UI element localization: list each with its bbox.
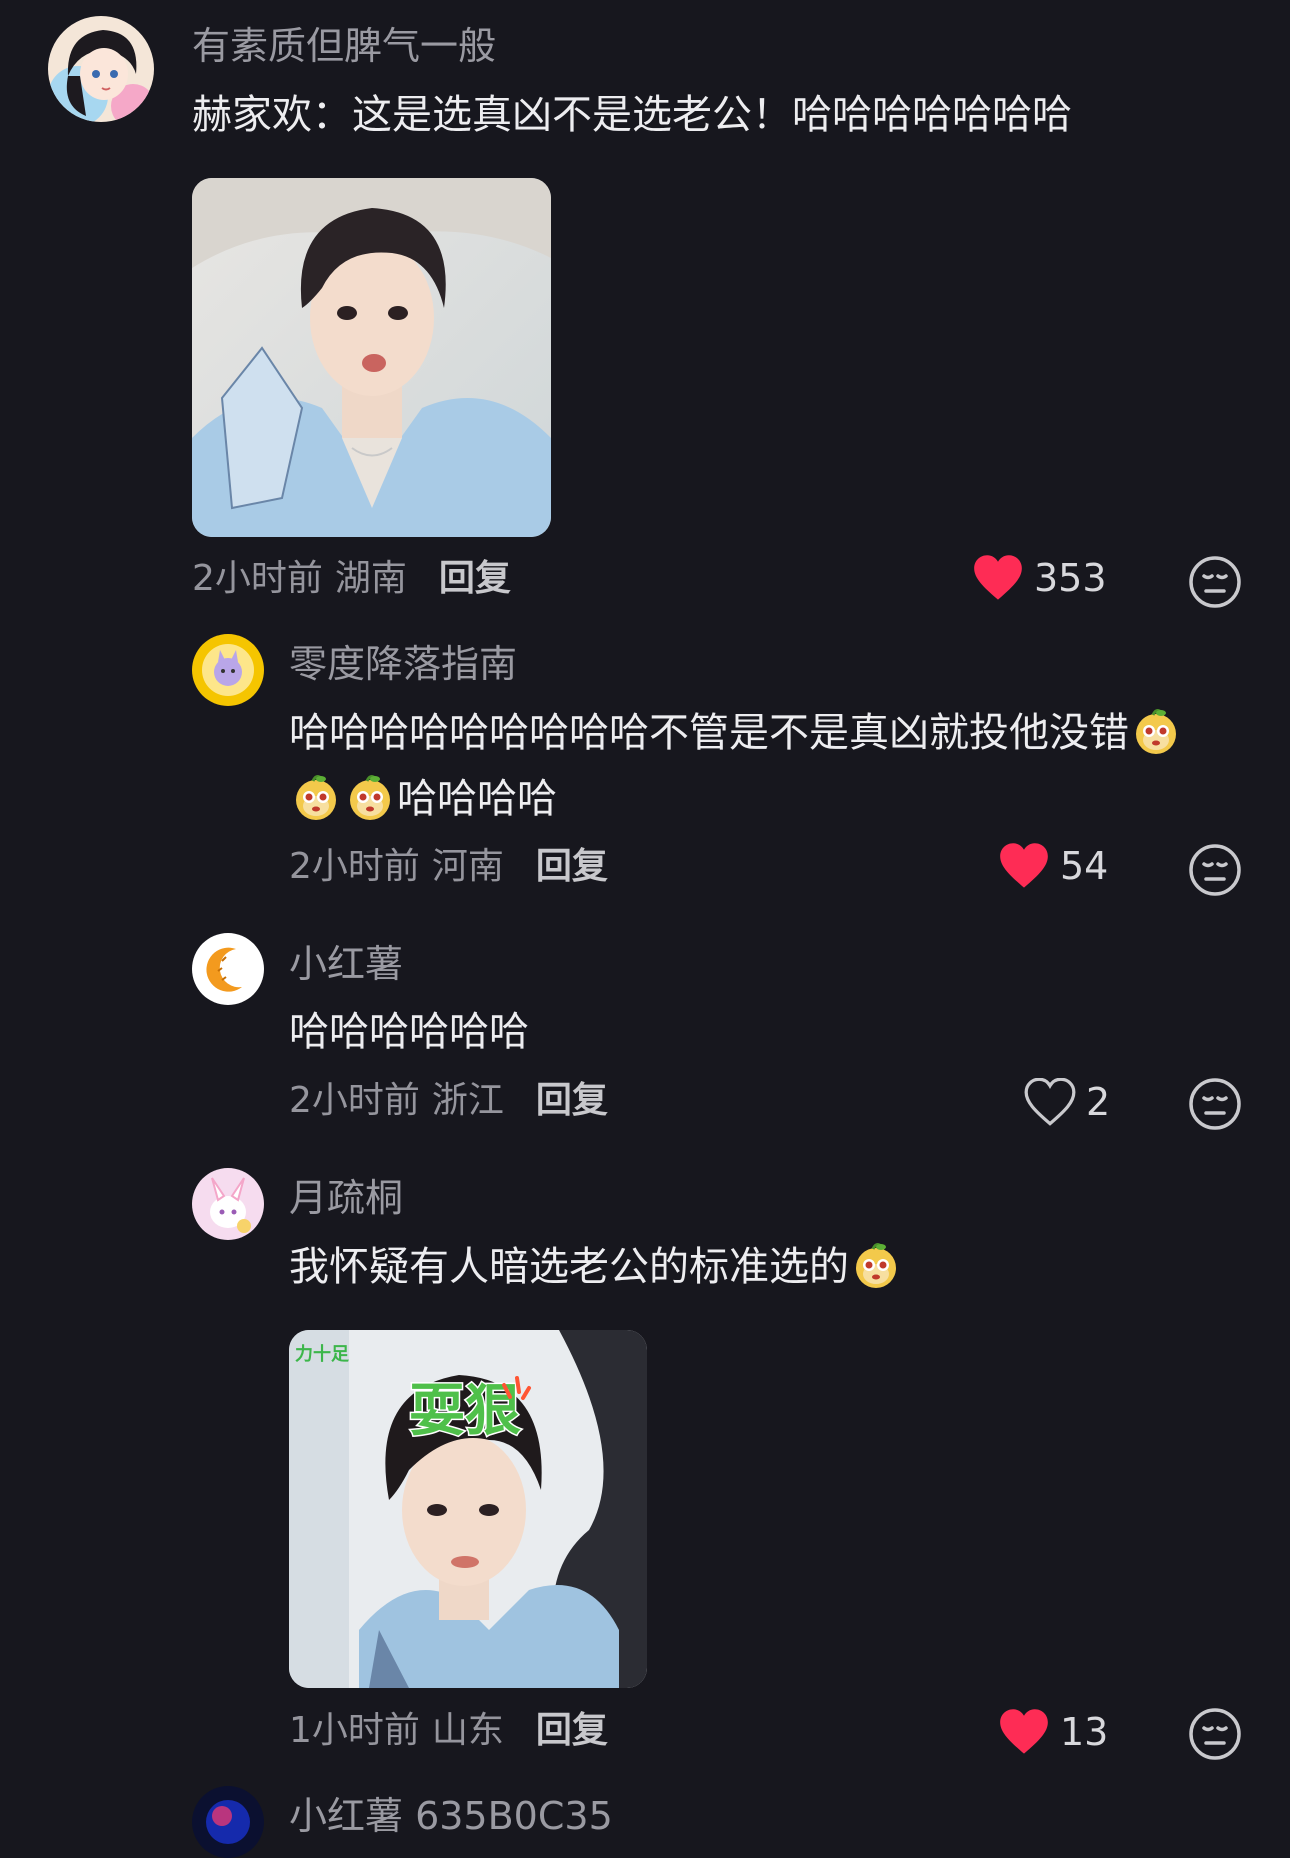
username[interactable]: 月疏桐: [289, 1174, 403, 1222]
like-button[interactable]: 353: [972, 554, 1107, 602]
comment-text: 哈哈哈哈哈哈: [289, 1009, 529, 1055]
like-button[interactable]: 13: [998, 1708, 1108, 1756]
like-count: 2: [1086, 1080, 1111, 1124]
monkey-face-emoji: [851, 1240, 901, 1290]
comment-text: 哈哈哈哈哈哈哈哈哈不管是不是真凶就投他没错: [289, 700, 1183, 766]
comment-text: 我怀疑有人暗选老公的标准选的: [289, 1234, 903, 1300]
heart-icon: [998, 842, 1050, 890]
comment-text-line2: 哈哈哈哈: [397, 776, 557, 822]
like-button[interactable]: 54: [998, 842, 1108, 890]
reply-button[interactable]: 回复: [439, 556, 511, 602]
neutral-face-icon[interactable]: [1188, 843, 1242, 897]
comment-location: 浙江: [431, 1080, 504, 1121]
avatar[interactable]: [192, 634, 264, 706]
comment-meta: 2小时前 浙江 回复: [289, 1078, 608, 1124]
comment-time: 2小时前: [289, 846, 420, 887]
comment-image[interactable]: 力十足 耍狠: [289, 1330, 647, 1688]
image-corner-text: 力十足: [295, 1343, 349, 1365]
comment-meta: 1小时前 山东 回复: [289, 1708, 608, 1754]
comment-meta: 2小时前 河南 回复: [289, 844, 608, 890]
avatar[interactable]: [192, 1168, 264, 1240]
username[interactable]: 小红薯 635B0C35: [289, 1792, 613, 1840]
comment-location: 湖南: [334, 558, 407, 599]
neutral-face-icon[interactable]: [1188, 1077, 1242, 1131]
comment-meta: 2小时前 湖南 回复: [192, 556, 511, 602]
avatar[interactable]: [192, 933, 264, 1005]
neutral-face-icon[interactable]: [1188, 1707, 1242, 1761]
like-count: 353: [1034, 556, 1107, 600]
avatar[interactable]: [192, 1786, 264, 1858]
avatar[interactable]: [48, 16, 154, 122]
comment-time: 1小时前: [289, 1710, 420, 1751]
reply-button[interactable]: 回复: [536, 1078, 608, 1124]
comment-text-line1: 哈哈哈哈哈哈哈哈哈不管是不是真凶就投他没错: [289, 710, 1129, 756]
like-button[interactable]: 2: [1024, 1078, 1110, 1126]
comment-location: 河南: [431, 846, 504, 887]
monkey-face-emoji: [345, 772, 395, 822]
monkey-face-emoji: [1131, 706, 1181, 756]
username[interactable]: 小红薯: [289, 940, 403, 988]
username[interactable]: 零度降落指南: [289, 640, 517, 688]
comment-text-body: 我怀疑有人暗选老公的标准选的: [289, 1244, 849, 1290]
like-count: 54: [1060, 844, 1109, 888]
monkey-face-emoji: [291, 772, 341, 822]
heart-outline-icon: [1024, 1078, 1076, 1126]
comment-text: 赫家欢：这是选真凶不是选老公！哈哈哈哈哈哈哈: [192, 92, 1072, 138]
heart-icon: [998, 1708, 1050, 1756]
comment-text-cont: 哈哈哈哈: [289, 766, 557, 832]
neutral-face-icon[interactable]: [1188, 555, 1242, 609]
reply-button[interactable]: 回复: [536, 844, 608, 890]
heart-icon: [972, 554, 1024, 602]
comment-time: 2小时前: [192, 558, 323, 599]
comment-image[interactable]: [192, 178, 551, 537]
username[interactable]: 有素质但脾气一般: [192, 22, 496, 70]
reply-button[interactable]: 回复: [536, 1708, 608, 1754]
like-count: 13: [1060, 1710, 1109, 1754]
comment-time: 2小时前: [289, 1080, 420, 1121]
comment-location: 山东: [431, 1710, 504, 1751]
